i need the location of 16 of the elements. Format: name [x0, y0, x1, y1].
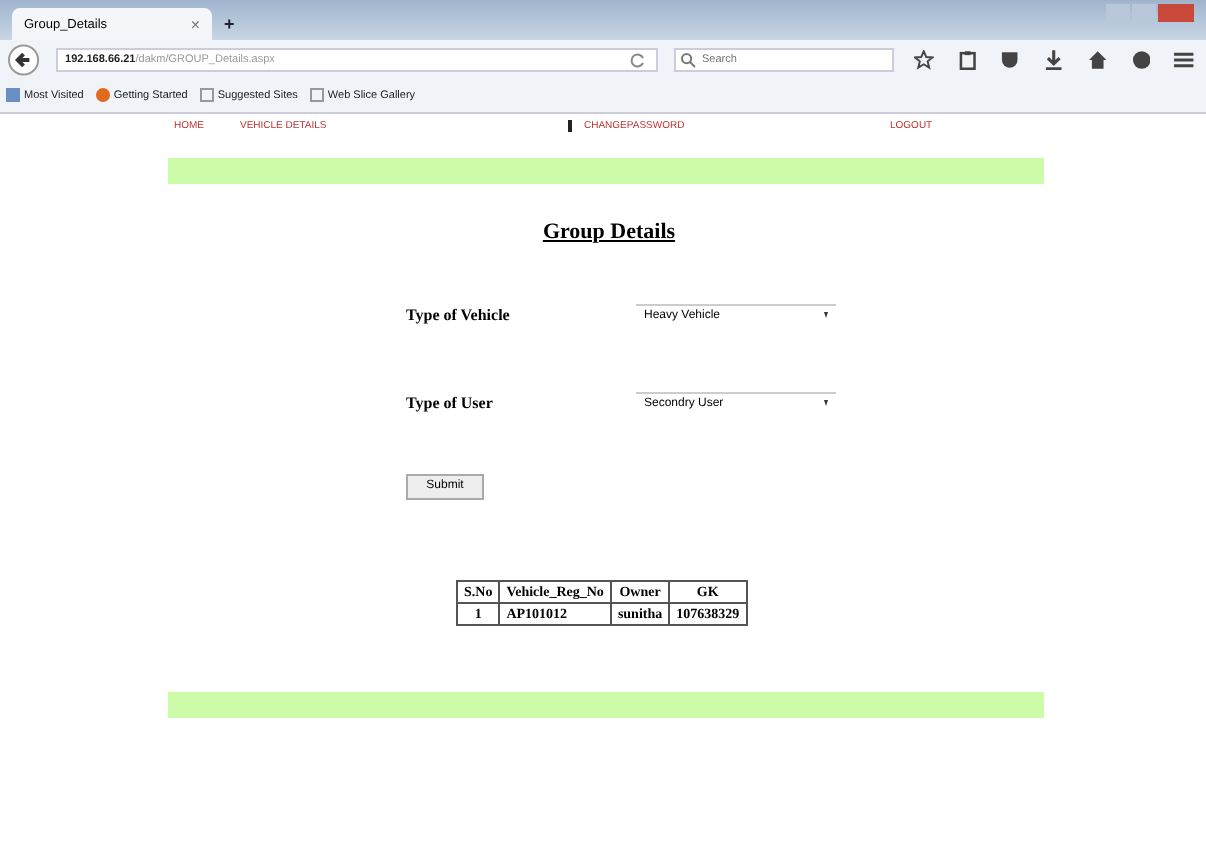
star-icon[interactable] — [914, 49, 934, 69]
new-tab-button[interactable]: + — [224, 14, 235, 40]
field-label: Type of User — [406, 393, 495, 411]
caret-icon — [824, 312, 828, 318]
caret-icon — [824, 400, 828, 406]
download-icon[interactable] — [1044, 49, 1064, 69]
home-icon[interactable] — [1087, 49, 1108, 69]
search-icon — [680, 51, 696, 67]
reload-icon[interactable] — [630, 51, 646, 67]
shield-icon[interactable] — [1000, 49, 1021, 69]
menu-icon[interactable] — [1174, 49, 1195, 69]
clipboard-icon[interactable] — [957, 49, 977, 69]
page-title: Group Details — [540, 220, 678, 244]
close-tab-button[interactable]: × — [190, 15, 200, 33]
field-label: Type of Vehicle — [406, 305, 512, 323]
window-controls[interactable] — [1106, 4, 1194, 22]
